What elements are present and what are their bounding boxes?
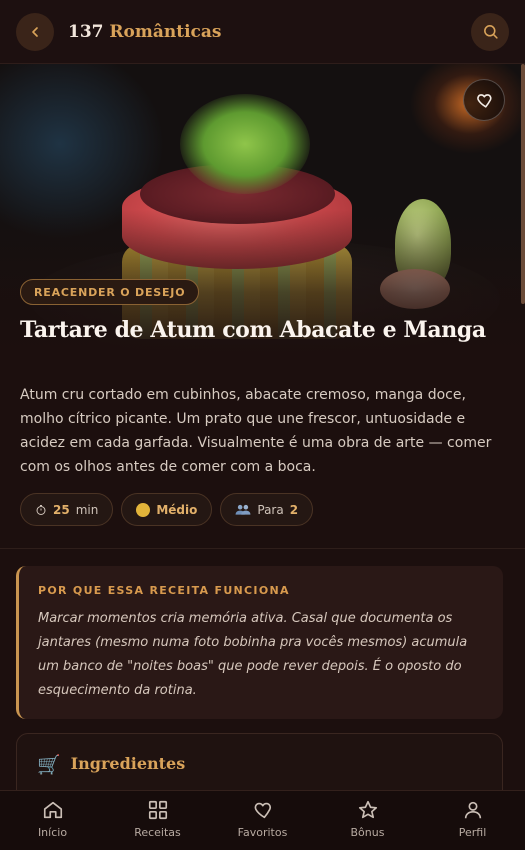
app-brand: 137 Românticas <box>68 22 222 42</box>
app-header: 137 Românticas <box>0 0 525 64</box>
search-button[interactable] <box>471 12 509 51</box>
serves-label: Para <box>257 502 284 517</box>
ingredients-title: Ingredientes <box>70 754 186 773</box>
brand-word: Românticas <box>109 21 222 42</box>
time-value: 25 <box>53 502 70 517</box>
nav-label-profile: Perfil <box>458 826 487 839</box>
people-icon <box>235 504 251 515</box>
grid-icon <box>148 800 167 820</box>
favorite-button[interactable] <box>463 79 505 121</box>
nav-label-recipes: Receitas <box>134 826 181 839</box>
why-title: POR QUE ESSA RECEITA FUNCIONA <box>38 584 290 597</box>
nav-item-home[interactable]: Início <box>0 791 105 850</box>
user-icon <box>464 801 481 819</box>
difficulty-value: Médio <box>156 502 198 517</box>
category-tag: REACENDER O DESEJO <box>20 279 200 305</box>
heart-icon <box>476 93 492 108</box>
herbs-illustration <box>180 94 310 194</box>
why-text: Marcar momentos cria memória ativa. Casa… <box>38 611 468 698</box>
why-it-works-card: POR QUE ESSA RECEITA FUNCIONA Marcar mom… <box>16 566 503 719</box>
recipe-title: Tartare de Atum com Abacate e Manga <box>20 317 486 343</box>
bottom-nav: Início Receitas Favoritos Bônus Perfil <box>0 790 525 850</box>
brand-number: 137 <box>68 21 104 42</box>
nav-label-favorites: Favoritos <box>237 826 288 839</box>
nav-item-profile[interactable]: Perfil <box>420 791 525 850</box>
recipe-description: Atum cru cortado em cubinhos, abacate cr… <box>20 387 492 475</box>
time-pill: 25 min <box>20 493 114 526</box>
star-icon <box>358 800 377 819</box>
nav-label-bonus: Bônus <box>350 826 385 839</box>
back-button[interactable] <box>16 12 54 51</box>
scrollbar-thumb[interactable] <box>521 64 525 304</box>
chevron-left-icon <box>32 26 38 37</box>
serves-pill: Para 2 <box>220 493 314 526</box>
time-unit: min <box>75 502 99 517</box>
serves-value: 2 <box>289 502 299 517</box>
nav-item-recipes[interactable]: Receitas <box>105 791 210 850</box>
recipe-meta: 25 min Médio Para 2 <box>20 493 314 526</box>
section-divider <box>0 548 525 549</box>
search-icon <box>483 25 498 39</box>
nav-item-favorites[interactable]: Favoritos <box>210 791 315 850</box>
nav-label-home: Início <box>37 826 68 839</box>
heart-icon <box>254 802 271 819</box>
timer-icon <box>36 504 46 515</box>
nav-item-bonus[interactable]: Bônus <box>315 791 420 850</box>
cart-icon: 🛒 <box>37 754 61 776</box>
difficulty-pill: Médio <box>121 493 213 526</box>
difficulty-dot-icon <box>136 502 151 517</box>
home-icon <box>43 801 62 819</box>
